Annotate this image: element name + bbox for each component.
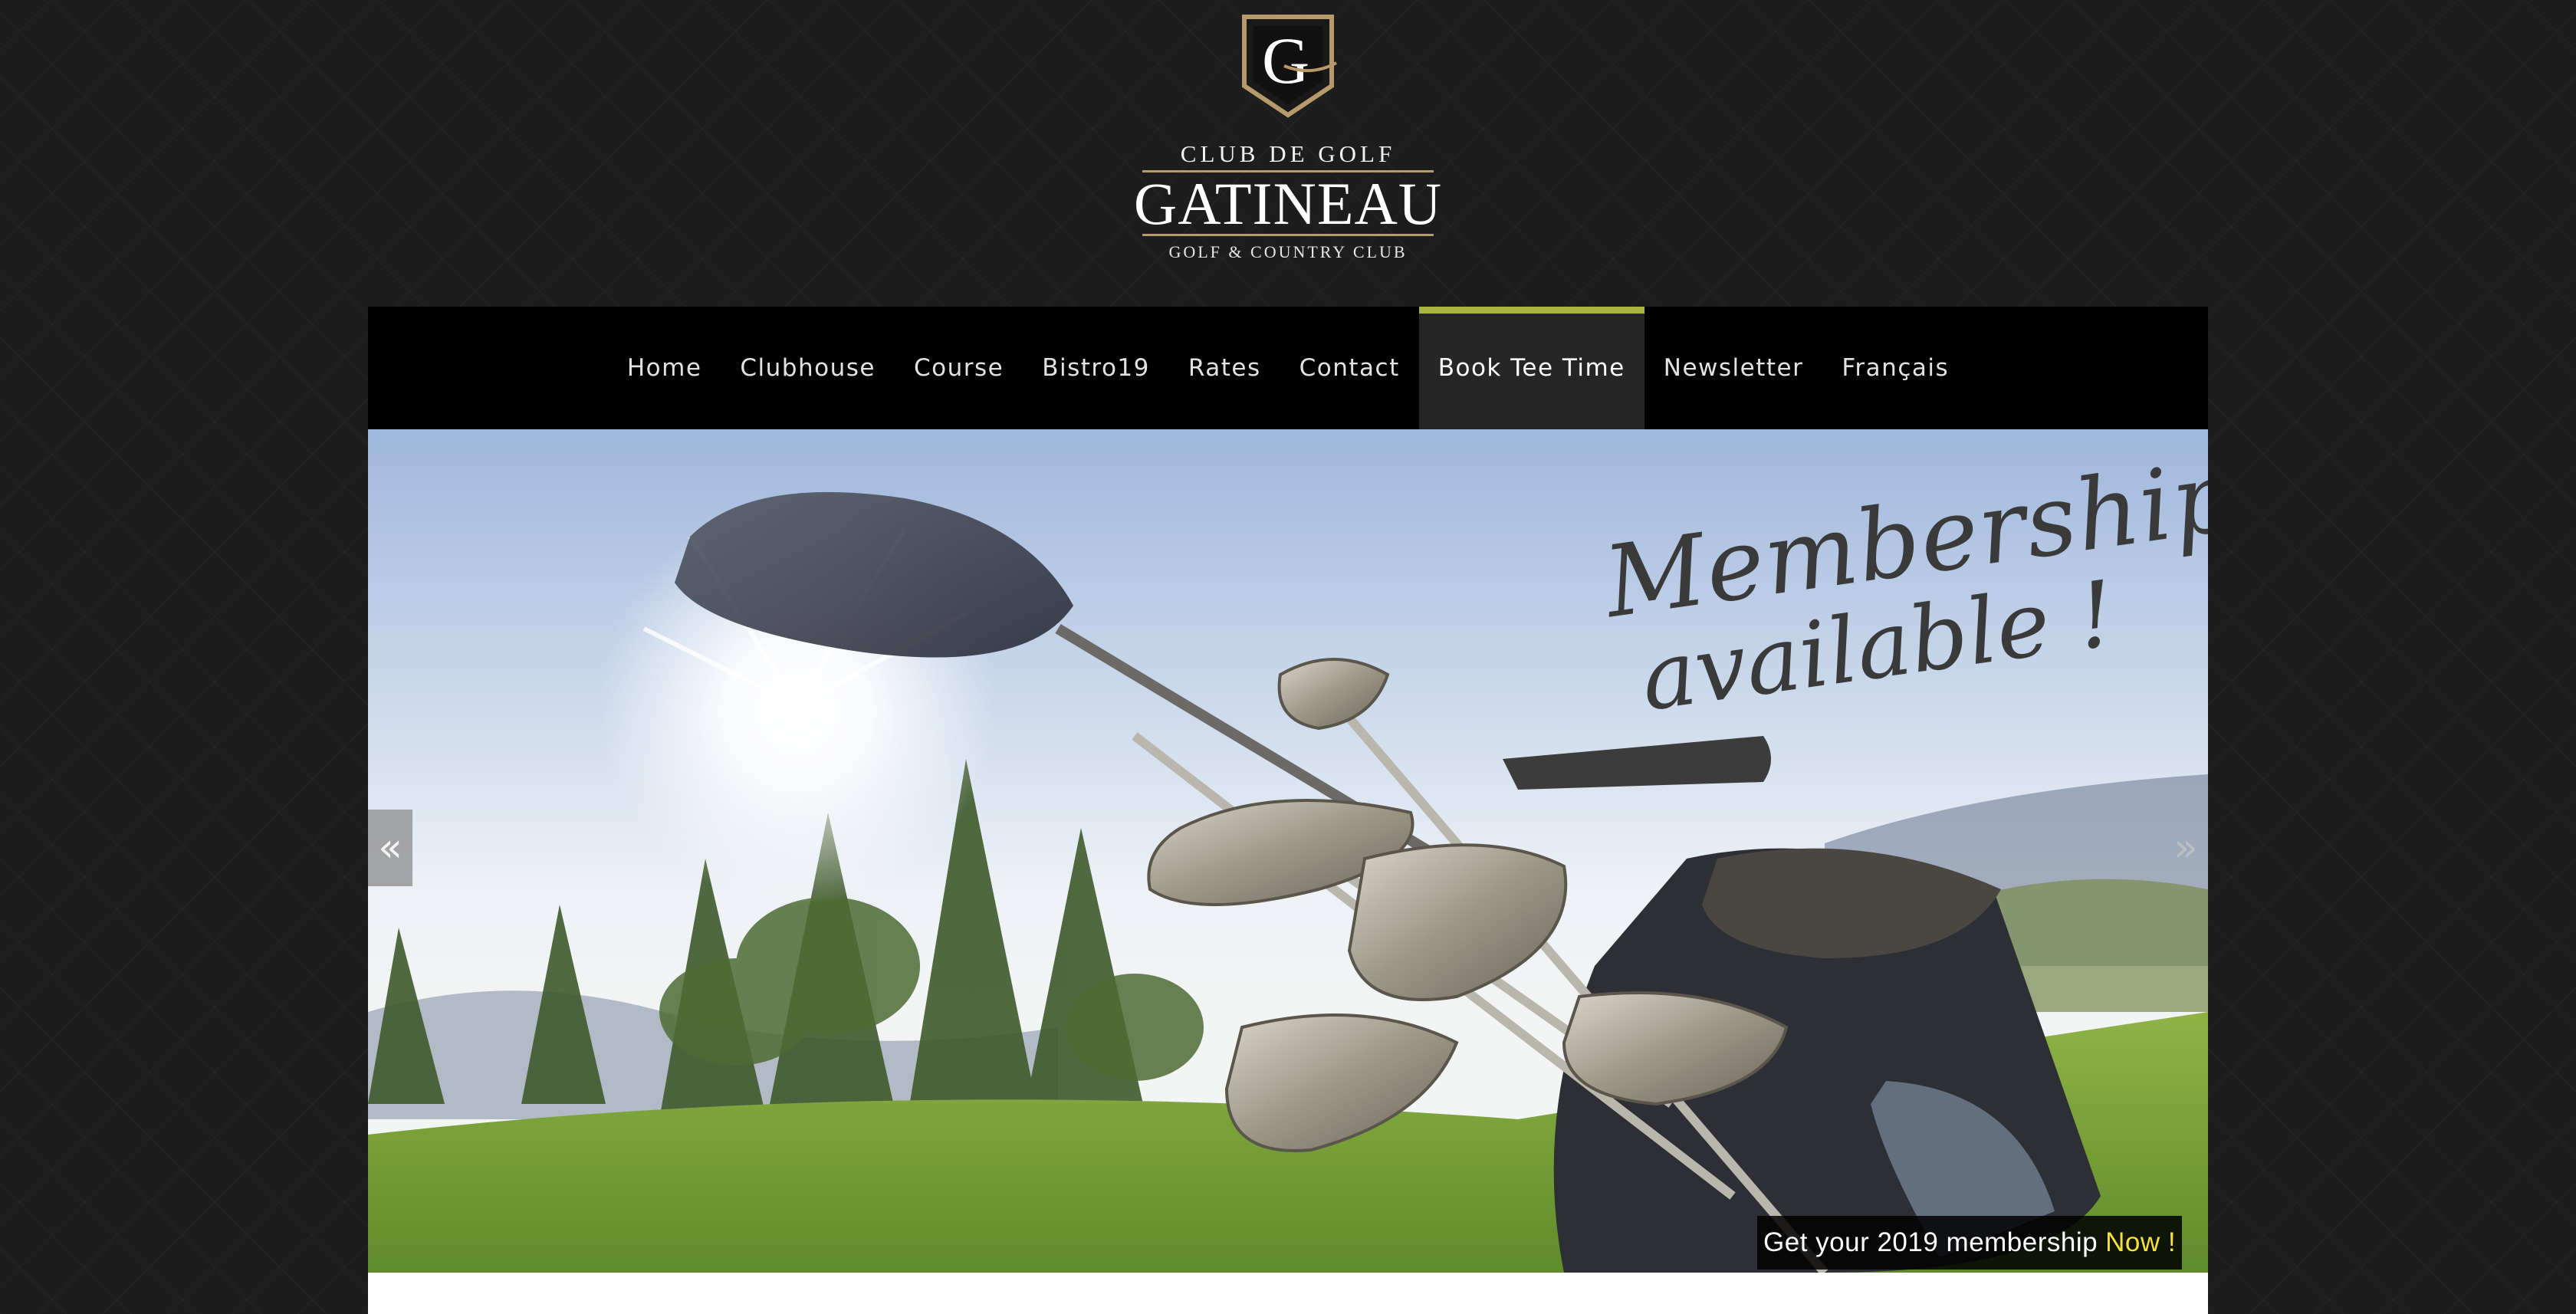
nav-item-language-francais[interactable]: Français <box>1822 307 1968 429</box>
content-area-start <box>368 1273 2208 1314</box>
caption-text: Get your 2019 membership <box>1763 1227 2098 1257</box>
chevron-double-left-icon: « <box>378 825 402 871</box>
main-navigation: Home Clubhouse Course Bistro19 Rates Con… <box>368 307 2208 429</box>
crest-icon: G <box>1238 12 1338 120</box>
site-logo[interactable]: G CLUB DE GOLF GATINEAU GOLF & COUNTRY C… <box>0 12 2576 265</box>
logo-top-text: CLUB DE GOLF <box>1180 140 1396 167</box>
nav-item-newsletter[interactable]: Newsletter <box>1644 307 1823 429</box>
nav-items: Home Clubhouse Course Bistro19 Rates Con… <box>608 307 1968 429</box>
hero-slider[interactable]: Memberships available ! « » Get your 201… <box>368 429 2208 1273</box>
nav-item-contact[interactable]: Contact <box>1280 307 1419 429</box>
logo-main-text: GATINEAU <box>1133 170 1443 237</box>
logo-sub-text: GOLF & COUNTRY CLUB <box>1168 242 1408 261</box>
nav-item-bistro19[interactable]: Bistro19 <box>1023 307 1169 429</box>
nav-item-course[interactable]: Course <box>895 307 1023 429</box>
chevron-double-right-icon: » <box>2174 825 2198 871</box>
nav-item-clubhouse[interactable]: Clubhouse <box>721 307 895 429</box>
slider-prev-button[interactable]: « <box>368 810 412 886</box>
nav-item-home[interactable]: Home <box>608 307 721 429</box>
slide-caption[interactable]: Get your 2019 membership Now ! <box>1757 1216 2183 1270</box>
slider-next-button[interactable]: » <box>2164 810 2208 886</box>
caption-highlight-link[interactable]: Now ! <box>2105 1227 2176 1258</box>
crest-letter: G <box>1262 24 1309 97</box>
nav-item-rates[interactable]: Rates <box>1169 307 1280 429</box>
nav-item-book-tee-time[interactable]: Book Tee Time <box>1418 307 1644 429</box>
logo-divider <box>1142 234 1434 236</box>
